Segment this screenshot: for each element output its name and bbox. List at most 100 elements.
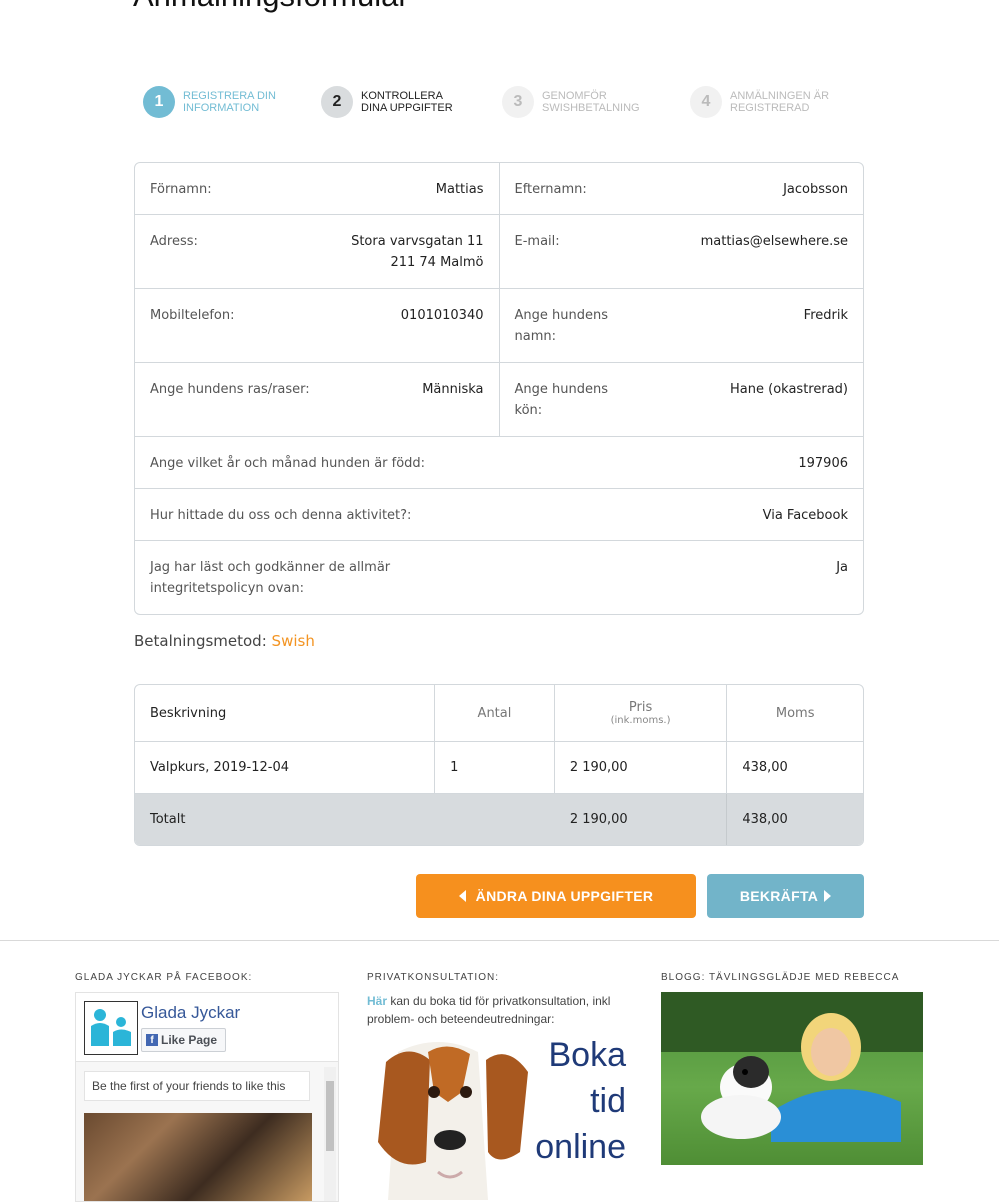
- dog-gender-label: Ange hundens kön:: [514, 382, 609, 418]
- booking-banner-image[interactable]: Boka tid online: [368, 1032, 630, 1200]
- source-value: Via Facebook: [762, 508, 848, 523]
- booking-banner-text: Boka tid online: [508, 1032, 626, 1170]
- dog-name-cell: Ange hundens namn: Fredrik: [498, 289, 864, 362]
- birth-cell: Ange vilket år och månad hunden är född:…: [135, 437, 863, 488]
- last-name-label: Efternamn:: [514, 182, 587, 197]
- arrow-right-icon: [824, 890, 832, 902]
- address-line-1: Stora varvsgatan 11: [351, 234, 484, 249]
- booking-word-2: tid: [590, 1082, 626, 1120]
- blog-photo[interactable]: [661, 992, 923, 1165]
- facebook-page-name[interactable]: Glada Jyckar: [141, 1003, 240, 1023]
- item-price: 2 190,00: [553, 742, 727, 793]
- order-header-row: Beskrivning Antal Pris (ink.moms.) Moms: [135, 685, 863, 742]
- last-name-value: Jacobsson: [783, 182, 848, 197]
- payment-method: Betalningsmetod: Swish: [134, 632, 315, 650]
- mobile-label: Mobiltelefon:: [150, 308, 235, 323]
- step-label: GENOMFÖR SWISHBETALNING: [542, 90, 640, 114]
- private-section-title: PRIVATKONSULTATION:: [367, 972, 499, 983]
- item-quantity: 1: [434, 742, 554, 793]
- arrow-left-icon: [458, 890, 466, 902]
- summary-row: Ange vilket år och månad hunden är född:…: [135, 437, 863, 489]
- dog-gender-cell: Ange hundens kön: Hane (okastrerad): [498, 363, 864, 436]
- source-label: Hur hittade du oss och denna aktivitet?:: [150, 508, 412, 523]
- header-price-sub: (ink.moms.): [610, 715, 671, 726]
- header-description: Beskrivning: [150, 705, 227, 721]
- dog-name-label: Ange hundens namn:: [514, 308, 609, 344]
- facebook-icon: f: [146, 1034, 158, 1046]
- total-quantity: [434, 794, 554, 845]
- beagle-image: [378, 1042, 528, 1200]
- last-name-cell: Efternamn: Jacobsson: [498, 163, 864, 214]
- header-price-label: Pris: [628, 700, 653, 715]
- step-label: REGISTRERA DIN INFORMATION: [183, 90, 276, 114]
- progress-steps: 1 REGISTRERA DIN INFORMATION 2 KONTROLLE…: [143, 86, 863, 122]
- email-value: mattias@elsewhere.se: [700, 234, 848, 249]
- total-vat: 438,00: [726, 794, 863, 845]
- step-number: 2: [321, 86, 353, 118]
- dog-breed-label: Ange hundens ras/raser:: [150, 382, 310, 397]
- email-cell: E-mail: mattias@elsewhere.se: [498, 215, 864, 288]
- policy-cell: Jag har läst och godkänner de allmär int…: [135, 541, 863, 614]
- order-table: Beskrivning Antal Pris (ink.moms.) Moms …: [134, 684, 864, 846]
- facebook-widget: Glada Jyckar f Like Page Be the first of…: [75, 992, 339, 1202]
- confirm-label: BEKRÄFTA: [739, 888, 819, 904]
- facebook-friends-text: Be the first of your friends to like thi…: [84, 1071, 310, 1101]
- first-name-label: Förnamn:: [150, 182, 212, 197]
- first-name-value: Mattias: [435, 182, 484, 197]
- birth-value: 197906: [798, 456, 848, 471]
- dog-name-value: Fredrik: [803, 308, 848, 323]
- header-vat: Moms: [726, 685, 863, 741]
- step-number: 4: [690, 86, 722, 118]
- blog-section-title: BLOGG: TÄVLINGSGLÄDJE MED REBECCA: [661, 972, 900, 983]
- email-label: E-mail:: [514, 234, 560, 249]
- payment-label: Betalningsmetod:: [134, 632, 267, 650]
- policy-label: Jag har läst och godkänner de allmär int…: [150, 560, 391, 596]
- mobile-value: 0101010340: [400, 308, 484, 323]
- summary-row: Hur hittade du oss och denna aktivitet?:…: [135, 489, 863, 541]
- header-price: Pris (ink.moms.): [553, 685, 727, 741]
- item-description: Valpkurs, 2019-12-04: [150, 760, 290, 775]
- private-consultation-text: Här kan du boka tid för privatkonsultati…: [367, 992, 629, 1028]
- edit-details-label: ÄNDRA DINA UPPGIFTER: [475, 888, 654, 904]
- step-4: 4 ANMÄLNINGEN ÄR REGISTRERAD: [690, 86, 840, 118]
- birth-label: Ange vilket år och månad hunden är född:: [150, 456, 426, 471]
- dog-gender-value: Hane (okastrerad): [730, 382, 848, 397]
- booking-word-3: online: [535, 1128, 626, 1166]
- address-cell: Adress: Stora varvsgatan 11 211 74 Malmö: [135, 215, 499, 288]
- scrollbar-thumb[interactable]: [326, 1081, 334, 1151]
- like-page-button[interactable]: f Like Page: [141, 1028, 227, 1052]
- order-item-row: Valpkurs, 2019-12-04 1 2 190,00 438,00: [135, 742, 863, 794]
- step-2: 2 KONTROLLERA DINA UPPGIFTER: [321, 86, 471, 118]
- booking-word-1: Boka: [548, 1036, 627, 1074]
- blog-photo-illustration: [661, 992, 923, 1142]
- booking-link[interactable]: Här: [367, 994, 387, 1008]
- footer-divider: [0, 940, 999, 941]
- step-label: ANMÄLNINGEN ÄR REGISTRERAD: [730, 90, 830, 114]
- facebook-post-photo[interactable]: [84, 1113, 312, 1201]
- item-vat: 438,00: [726, 742, 863, 793]
- step-label: KONTROLLERA DINA UPPGIFTER: [361, 90, 453, 114]
- summary-row: Ange hundens ras/raser: Människa Ange hu…: [135, 363, 863, 437]
- step-1: 1 REGISTRERA DIN INFORMATION: [143, 86, 293, 118]
- step-number: 3: [502, 86, 534, 118]
- first-name-cell: Förnamn: Mattias: [135, 163, 499, 214]
- facebook-scrollbar[interactable]: [324, 1067, 336, 1201]
- confirm-button[interactable]: BEKRÄFTA: [707, 874, 864, 918]
- total-label: Totalt: [150, 812, 186, 827]
- order-total-row: Totalt 2 190,00 438,00: [135, 794, 863, 845]
- private-consultation-description: kan du boka tid för privatkonsultation, …: [367, 994, 611, 1026]
- payment-method-value: Swish: [271, 632, 315, 650]
- summary-row: Jag har läst och godkänner de allmär int…: [135, 541, 863, 614]
- address-label: Adress:: [150, 234, 198, 249]
- source-cell: Hur hittade du oss och denna aktivitet?:…: [135, 489, 863, 540]
- address-line-2: 211 74 Malmö: [390, 255, 484, 270]
- edit-details-button[interactable]: ÄNDRA DINA UPPGIFTER: [416, 874, 696, 918]
- page-logo-icon[interactable]: [84, 1001, 138, 1055]
- facebook-section-title: GLADA JYCKAR PÅ FACEBOOK:: [75, 972, 253, 983]
- page-title: Anmälningsformulär: [133, 0, 409, 14]
- registration-summary: Förnamn: Mattias Efternamn: Jacobsson Ad…: [134, 162, 864, 615]
- step-number: 1: [143, 86, 175, 118]
- summary-row: Adress: Stora varvsgatan 11 211 74 Malmö…: [135, 215, 863, 289]
- mobile-cell: Mobiltelefon: 0101010340: [135, 289, 499, 362]
- header-quantity: Antal: [434, 685, 554, 741]
